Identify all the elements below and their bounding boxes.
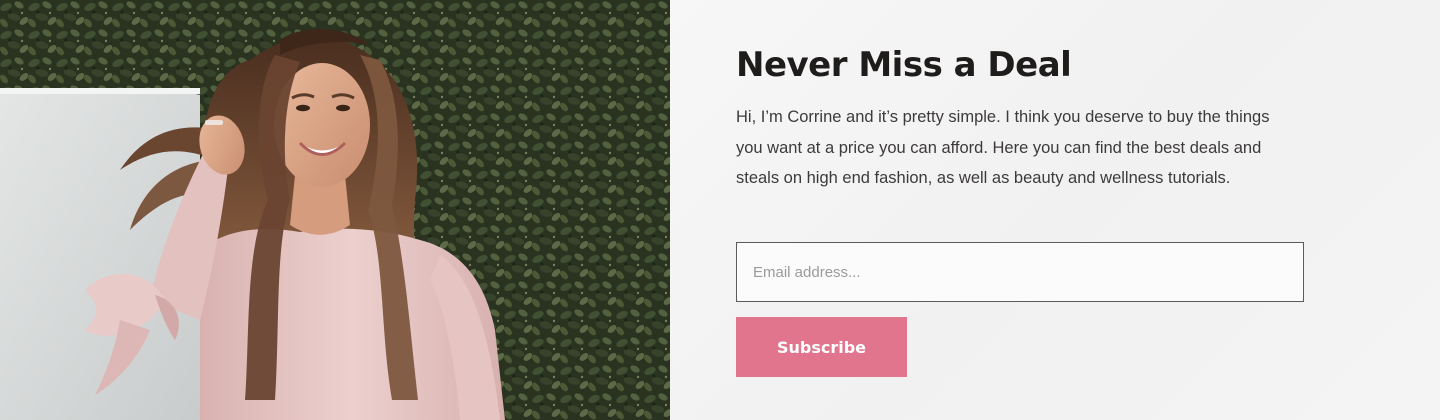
hero-photo: [0, 0, 670, 420]
subscribe-button[interactable]: Subscribe: [736, 317, 907, 377]
newsletter-intro-text: Hi, I’m Corrine and it’s pretty simple. …: [736, 108, 1270, 187]
newsletter-section: Never Miss a Deal Hi, I’m Corrine and it…: [0, 0, 1440, 420]
newsletter-title: Never Miss a Deal: [736, 45, 1072, 85]
newsletter-panel: Never Miss a Deal Hi, I’m Corrine and it…: [670, 0, 1440, 420]
woman-portrait-image: [0, 0, 670, 420]
email-input[interactable]: [736, 242, 1304, 302]
